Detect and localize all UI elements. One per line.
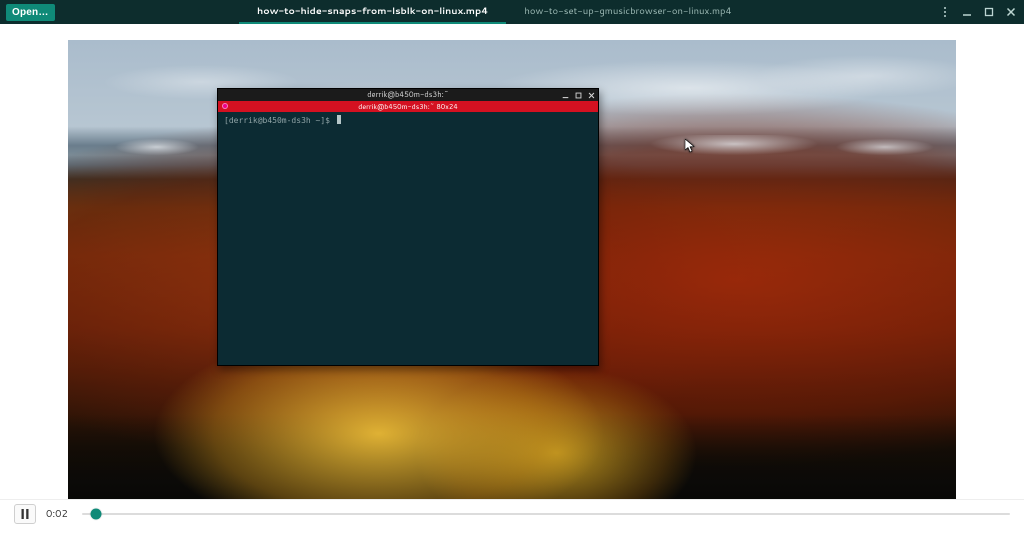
terminal-prompt: [derrik@b450m-ds3h ~]$	[224, 116, 341, 125]
seek-thumb[interactable]	[90, 508, 101, 519]
file-tabs: how-to-hide-snaps-from-lsblk-on-linux.mp…	[55, 0, 934, 24]
maximize-icon[interactable]	[984, 7, 994, 17]
terminal-minimize-icon[interactable]	[562, 92, 569, 99]
terminal-title: derrik@b450m-ds3h:~	[367, 90, 449, 100]
pause-button[interactable]	[14, 504, 36, 524]
player-controls: 0:02	[0, 499, 1024, 527]
header-window-controls	[940, 6, 1016, 18]
terminal-tabbar: derrik@b450m-ds3h:~ 80x24	[218, 101, 598, 112]
terminal-titlebar: derrik@b450m-ds3h:~	[218, 89, 598, 101]
open-button[interactable]: Open…	[6, 4, 55, 21]
app-header: Open… how-to-hide-snaps-from-lsblk-on-li…	[0, 0, 1024, 24]
terminal-tab-badge-icon	[222, 103, 228, 109]
terminal-subtitle: derrik@b450m-ds3h:~ 80x24	[358, 102, 457, 112]
seek-track	[82, 513, 1010, 515]
pause-icon	[21, 509, 29, 519]
minimize-icon[interactable]	[962, 7, 972, 17]
tab-label: how-to-set-up-gmusicbrowser-on-linux.mp4	[524, 5, 731, 18]
kebab-menu-icon[interactable]	[940, 6, 950, 18]
terminal-window-controls	[562, 89, 595, 101]
video-frame[interactable]: derrik@b450m-ds3h:~ derrik@b450m-ds3h:~ …	[68, 40, 956, 520]
terminal-maximize-icon[interactable]	[575, 92, 582, 99]
playback-time: 0:02	[46, 507, 72, 521]
terminal-close-icon[interactable]	[588, 92, 595, 99]
terminal-window: derrik@b450m-ds3h:~ derrik@b450m-ds3h:~ …	[217, 88, 599, 366]
tab-label: how-to-hide-snaps-from-lsblk-on-linux.mp…	[257, 5, 488, 18]
seek-bar[interactable]	[82, 506, 1010, 522]
terminal-body: [derrik@b450m-ds3h ~]$	[218, 112, 598, 365]
tab-active[interactable]: how-to-hide-snaps-from-lsblk-on-linux.mp…	[239, 0, 506, 24]
close-icon[interactable]	[1006, 7, 1016, 17]
tab-inactive[interactable]: how-to-set-up-gmusicbrowser-on-linux.mp4	[506, 0, 749, 24]
video-area: derrik@b450m-ds3h:~ derrik@b450m-ds3h:~ …	[0, 24, 1024, 527]
